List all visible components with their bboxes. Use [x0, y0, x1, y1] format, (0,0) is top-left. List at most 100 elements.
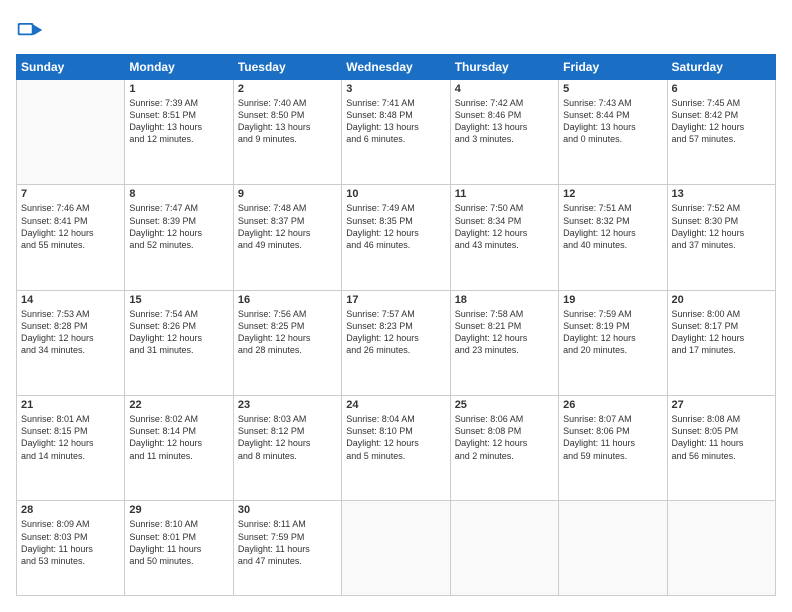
cell-info: Sunrise: 7:42 AM Sunset: 8:46 PM Dayligh… [455, 97, 554, 146]
day-number: 25 [455, 399, 554, 411]
day-number: 13 [672, 188, 771, 200]
calendar-cell: 2 Sunrise: 7:40 AM Sunset: 8:50 PM Daylig… [233, 80, 341, 185]
weekday-header-tuesday: Tuesday [233, 55, 341, 80]
calendar-cell [450, 501, 558, 596]
day-number: 9 [238, 188, 337, 200]
weekday-header-saturday: Saturday [667, 55, 775, 80]
calendar-week-2: 14Sunrise: 7:53 AM Sunset: 8:28 PM Dayli… [17, 290, 776, 395]
day-number: 17 [346, 294, 445, 306]
calendar-cell [667, 501, 775, 596]
calendar-cell: 20 Sunrise: 8:00 AM Sunset: 8:17 PM Dayli… [667, 290, 775, 395]
calendar-cell: 11Sunrise: 7:50 AM Sunset: 8:34 PM Dayli… [450, 185, 558, 290]
day-number: 27 [672, 399, 771, 411]
cell-info: Sunrise: 7:46 AM Sunset: 8:41 PM Dayligh… [21, 202, 120, 251]
day-number: 12 [563, 188, 662, 200]
calendar-header-row: SundayMondayTuesdayWednesdayThursdayFrid… [17, 55, 776, 80]
cell-info: Sunrise: 8:07 AM Sunset: 8:06 PM Dayligh… [563, 413, 662, 462]
day-number: 6 [672, 83, 771, 95]
cell-info: Sunrise: 7:57 AM Sunset: 8:23 PM Dayligh… [346, 308, 445, 357]
calendar-week-4: 28 Sunrise: 8:09 AM Sunset: 8:03 PM Dayli… [17, 501, 776, 596]
calendar-cell: 21 Sunrise: 8:01 AM Sunset: 8:15 PM Dayli… [17, 396, 125, 501]
calendar-cell: 9 Sunrise: 7:48 AM Sunset: 8:37 PM Daylig… [233, 185, 341, 290]
calendar-cell: 10 Sunrise: 7:49 AM Sunset: 8:35 PM Dayli… [342, 185, 450, 290]
calendar-cell [559, 501, 667, 596]
cell-info: Sunrise: 8:08 AM Sunset: 8:05 PM Dayligh… [672, 413, 771, 462]
calendar-cell: 6Sunrise: 7:45 AM Sunset: 8:42 PM Daylig… [667, 80, 775, 185]
calendar-cell: 1 Sunrise: 7:39 AM Sunset: 8:51 PM Daylig… [125, 80, 233, 185]
day-number: 15 [129, 294, 228, 306]
calendar-cell: 30 Sunrise: 8:11 AM Sunset: 7:59 PM Dayli… [233, 501, 341, 596]
cell-info: Sunrise: 7:56 AM Sunset: 8:25 PM Dayligh… [238, 308, 337, 357]
cell-info: Sunrise: 7:58 AM Sunset: 8:21 PM Dayligh… [455, 308, 554, 357]
day-number: 4 [455, 83, 554, 95]
cell-info: Sunrise: 7:53 AM Sunset: 8:28 PM Dayligh… [21, 308, 120, 357]
weekday-header-wednesday: Wednesday [342, 55, 450, 80]
cell-info: Sunrise: 7:54 AM Sunset: 8:26 PM Dayligh… [129, 308, 228, 357]
calendar-cell: 4 Sunrise: 7:42 AM Sunset: 8:46 PM Daylig… [450, 80, 558, 185]
cell-info: Sunrise: 8:04 AM Sunset: 8:10 PM Dayligh… [346, 413, 445, 462]
calendar-week-3: 21 Sunrise: 8:01 AM Sunset: 8:15 PM Dayli… [17, 396, 776, 501]
calendar-body: 1 Sunrise: 7:39 AM Sunset: 8:51 PM Daylig… [17, 80, 776, 596]
day-number: 11 [455, 188, 554, 200]
cell-info: Sunrise: 8:09 AM Sunset: 8:03 PM Dayligh… [21, 518, 120, 567]
cell-info: Sunrise: 7:40 AM Sunset: 8:50 PM Dayligh… [238, 97, 337, 146]
calendar-cell: 28 Sunrise: 8:09 AM Sunset: 8:03 PM Dayli… [17, 501, 125, 596]
logo-icon [16, 16, 44, 44]
day-number: 5 [563, 83, 662, 95]
day-number: 7 [21, 188, 120, 200]
cell-info: Sunrise: 7:59 AM Sunset: 8:19 PM Dayligh… [563, 308, 662, 357]
calendar-cell: 12 Sunrise: 7:51 AM Sunset: 8:32 PM Dayli… [559, 185, 667, 290]
day-number: 3 [346, 83, 445, 95]
cell-info: Sunrise: 7:51 AM Sunset: 8:32 PM Dayligh… [563, 202, 662, 251]
weekday-header-friday: Friday [559, 55, 667, 80]
calendar-week-1: 7 Sunrise: 7:46 AM Sunset: 8:41 PM Daylig… [17, 185, 776, 290]
calendar-cell: 18 Sunrise: 7:58 AM Sunset: 8:21 PM Dayli… [450, 290, 558, 395]
day-number: 22 [129, 399, 228, 411]
cell-info: Sunrise: 7:48 AM Sunset: 8:37 PM Dayligh… [238, 202, 337, 251]
cell-info: Sunrise: 8:01 AM Sunset: 8:15 PM Dayligh… [21, 413, 120, 462]
calendar-cell: 25 Sunrise: 8:06 AM Sunset: 8:08 PM Dayli… [450, 396, 558, 501]
calendar-cell: 3Sunrise: 7:41 AM Sunset: 8:48 PM Daylig… [342, 80, 450, 185]
day-number: 1 [129, 83, 228, 95]
weekday-header-sunday: Sunday [17, 55, 125, 80]
calendar-cell: 15 Sunrise: 7:54 AM Sunset: 8:26 PM Dayli… [125, 290, 233, 395]
calendar-cell: 13Sunrise: 7:52 AM Sunset: 8:30 PM Dayli… [667, 185, 775, 290]
calendar-cell: 5 Sunrise: 7:43 AM Sunset: 8:44 PM Daylig… [559, 80, 667, 185]
header [16, 16, 776, 44]
logo [16, 16, 48, 44]
calendar-cell: 24 Sunrise: 8:04 AM Sunset: 8:10 PM Dayli… [342, 396, 450, 501]
calendar-cell: 16Sunrise: 7:56 AM Sunset: 8:25 PM Dayli… [233, 290, 341, 395]
calendar-week-0: 1 Sunrise: 7:39 AM Sunset: 8:51 PM Daylig… [17, 80, 776, 185]
cell-info: Sunrise: 8:00 AM Sunset: 8:17 PM Dayligh… [672, 308, 771, 357]
day-number: 10 [346, 188, 445, 200]
calendar-cell: 23Sunrise: 8:03 AM Sunset: 8:12 PM Dayli… [233, 396, 341, 501]
day-number: 30 [238, 504, 337, 516]
calendar-table: SundayMondayTuesdayWednesdayThursdayFrid… [16, 54, 776, 596]
day-number: 24 [346, 399, 445, 411]
calendar-cell: 19 Sunrise: 7:59 AM Sunset: 8:19 PM Dayli… [559, 290, 667, 395]
cell-info: Sunrise: 8:02 AM Sunset: 8:14 PM Dayligh… [129, 413, 228, 462]
day-number: 20 [672, 294, 771, 306]
cell-info: Sunrise: 7:43 AM Sunset: 8:44 PM Dayligh… [563, 97, 662, 146]
page: SundayMondayTuesdayWednesdayThursdayFrid… [0, 0, 792, 612]
cell-info: Sunrise: 7:49 AM Sunset: 8:35 PM Dayligh… [346, 202, 445, 251]
day-number: 2 [238, 83, 337, 95]
cell-info: Sunrise: 7:39 AM Sunset: 8:51 PM Dayligh… [129, 97, 228, 146]
cell-info: Sunrise: 8:06 AM Sunset: 8:08 PM Dayligh… [455, 413, 554, 462]
day-number: 23 [238, 399, 337, 411]
cell-info: Sunrise: 8:10 AM Sunset: 8:01 PM Dayligh… [129, 518, 228, 567]
day-number: 29 [129, 504, 228, 516]
day-number: 28 [21, 504, 120, 516]
day-number: 26 [563, 399, 662, 411]
calendar-cell [17, 80, 125, 185]
day-number: 8 [129, 188, 228, 200]
day-number: 19 [563, 294, 662, 306]
calendar-cell: 29 Sunrise: 8:10 AM Sunset: 8:01 PM Dayli… [125, 501, 233, 596]
calendar-cell: 26 Sunrise: 8:07 AM Sunset: 8:06 PM Dayli… [559, 396, 667, 501]
cell-info: Sunrise: 7:47 AM Sunset: 8:39 PM Dayligh… [129, 202, 228, 251]
calendar-cell: 7 Sunrise: 7:46 AM Sunset: 8:41 PM Daylig… [17, 185, 125, 290]
weekday-header-monday: Monday [125, 55, 233, 80]
day-number: 21 [21, 399, 120, 411]
cell-info: Sunrise: 8:11 AM Sunset: 7:59 PM Dayligh… [238, 518, 337, 567]
day-number: 18 [455, 294, 554, 306]
